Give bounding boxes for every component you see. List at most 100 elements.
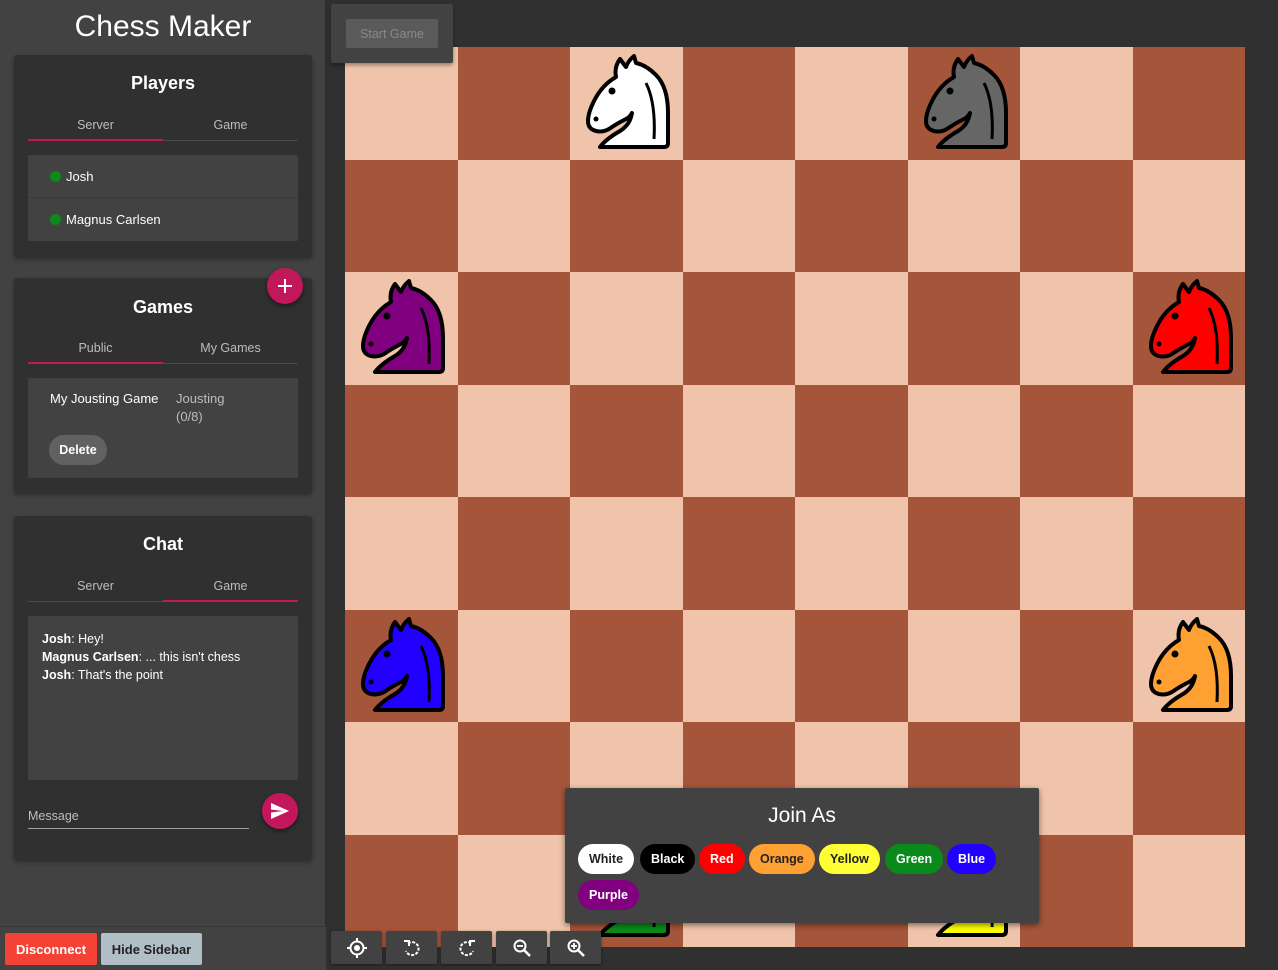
board-square[interactable] [457, 497, 570, 610]
tab-games-public[interactable]: Public [28, 334, 163, 364]
board-square[interactable] [1020, 609, 1133, 722]
join-as-green-button[interactable]: Green [885, 844, 944, 874]
board-square[interactable] [907, 159, 1020, 272]
board-square[interactable] [345, 722, 458, 835]
game-type-info: Jousting (0/8) [176, 390, 276, 426]
board-square[interactable] [1020, 384, 1133, 497]
players-card: Players Server Game Josh Magnus Carlsen [14, 55, 312, 257]
board-square[interactable] [907, 609, 1020, 722]
board-square[interactable] [1020, 497, 1133, 610]
send-button[interactable] [262, 793, 298, 829]
board-square[interactable] [1132, 834, 1245, 947]
player-row[interactable]: Josh [28, 155, 298, 198]
join-as-dialog: Join As White Black Red Orange Yellow Green Bl… [565, 788, 1039, 923]
board-square[interactable] [907, 384, 1020, 497]
chat-tabs: Server Game [28, 572, 298, 602]
player-row[interactable]: Magnus Carlsen [28, 198, 298, 241]
players-list: Josh Magnus Carlsen [28, 155, 298, 241]
board-square[interactable] [457, 722, 570, 835]
board-square[interactable] [345, 384, 458, 497]
zoom-in-icon [567, 939, 585, 957]
player-name: Josh [66, 168, 94, 184]
board-square[interactable] [907, 497, 1020, 610]
send-icon [271, 803, 289, 819]
hide-sidebar-button[interactable]: Hide Sidebar [101, 933, 202, 965]
board-square[interactable] [682, 47, 795, 160]
add-game-button[interactable] [267, 268, 303, 304]
red-knight-piece[interactable] [1139, 278, 1239, 378]
delete-game-button[interactable]: Delete [49, 435, 107, 465]
chat-author: Magnus Carlsen [42, 650, 139, 664]
board-square[interactable] [1132, 47, 1245, 160]
chat-text: : Hey! [71, 632, 104, 646]
chat-message: Magnus Carlsen: ... this isn't chess [42, 648, 284, 666]
player-name: Magnus Carlsen [66, 212, 161, 227]
join-as-black-button[interactable]: Black [640, 844, 696, 874]
online-status-icon [50, 170, 61, 182]
board-square[interactable] [570, 609, 683, 722]
board-square[interactable] [1020, 272, 1133, 385]
chat-author: Josh [42, 632, 72, 646]
board-square[interactable] [570, 497, 683, 610]
zoom-out-button[interactable] [496, 931, 547, 964]
board-square[interactable] [907, 272, 1020, 385]
message-input[interactable] [28, 804, 249, 829]
board-square[interactable] [1020, 159, 1133, 272]
board-square[interactable] [795, 159, 908, 272]
players-title: Players [130, 73, 196, 93]
start-game-button[interactable]: Start Game [346, 19, 438, 48]
board-square[interactable] [795, 272, 908, 385]
tab-players-game[interactable]: Game [163, 111, 298, 140]
join-as-purple-button[interactable]: Purple [578, 880, 639, 910]
join-as-white-button[interactable]: White [578, 844, 635, 874]
tab-chat-server[interactable]: Server [28, 572, 163, 601]
chat-log: Josh: Hey! Magnus Carlsen: ... this isn'… [28, 616, 298, 780]
disconnect-button[interactable]: Disconnect [5, 933, 97, 965]
rotate-left-button[interactable] [386, 931, 437, 964]
board-square[interactable] [1132, 722, 1245, 835]
game-type: Jousting [176, 391, 225, 406]
join-as-red-button[interactable]: Red [699, 844, 745, 874]
board-square[interactable] [570, 272, 683, 385]
tab-games-my-games[interactable]: My Games [163, 334, 298, 363]
board-square[interactable] [570, 159, 683, 272]
board-square[interactable] [345, 47, 458, 160]
white-knight-piece[interactable] [576, 53, 676, 153]
board-square[interactable] [570, 384, 683, 497]
board-square[interactable] [795, 384, 908, 497]
board-square[interactable] [457, 384, 570, 497]
board-square[interactable] [682, 384, 795, 497]
join-as-yellow-button[interactable]: Yellow [819, 844, 880, 874]
board-square[interactable] [682, 159, 795, 272]
board-square[interactable] [682, 609, 795, 722]
join-as-orange-button[interactable]: Orange [749, 844, 815, 874]
board-square[interactable] [345, 159, 458, 272]
board-square[interactable] [682, 272, 795, 385]
game-list-item[interactable]: My Jousting Game Jousting (0/8) Delete [28, 378, 298, 478]
orange-knight-piece[interactable] [1139, 616, 1239, 716]
board-square[interactable] [795, 47, 908, 160]
board-square[interactable] [457, 609, 570, 722]
join-as-title: Join As [768, 804, 836, 827]
rotate-right-button[interactable] [441, 931, 492, 964]
board-square[interactable] [795, 609, 908, 722]
board-square[interactable] [1132, 497, 1245, 610]
games-tabs: Public My Games [28, 334, 298, 364]
zoom-in-button[interactable] [550, 931, 601, 964]
board-square[interactable] [457, 159, 570, 272]
purple-knight-piece[interactable] [351, 278, 451, 378]
board-square[interactable] [457, 47, 570, 160]
blue-knight-piece[interactable] [351, 616, 451, 716]
tab-chat-game[interactable]: Game [163, 572, 298, 602]
black-knight-piece[interactable] [914, 53, 1014, 153]
board-square[interactable] [1132, 384, 1245, 497]
board-square[interactable] [1132, 159, 1245, 272]
board-square[interactable] [682, 497, 795, 610]
board-square[interactable] [457, 272, 570, 385]
recenter-button[interactable] [331, 931, 382, 964]
tab-players-server[interactable]: Server [28, 111, 163, 141]
join-as-blue-button[interactable]: Blue [947, 844, 997, 874]
board-square[interactable] [795, 497, 908, 610]
board-square[interactable] [345, 497, 458, 610]
board-square[interactable] [1020, 47, 1133, 160]
